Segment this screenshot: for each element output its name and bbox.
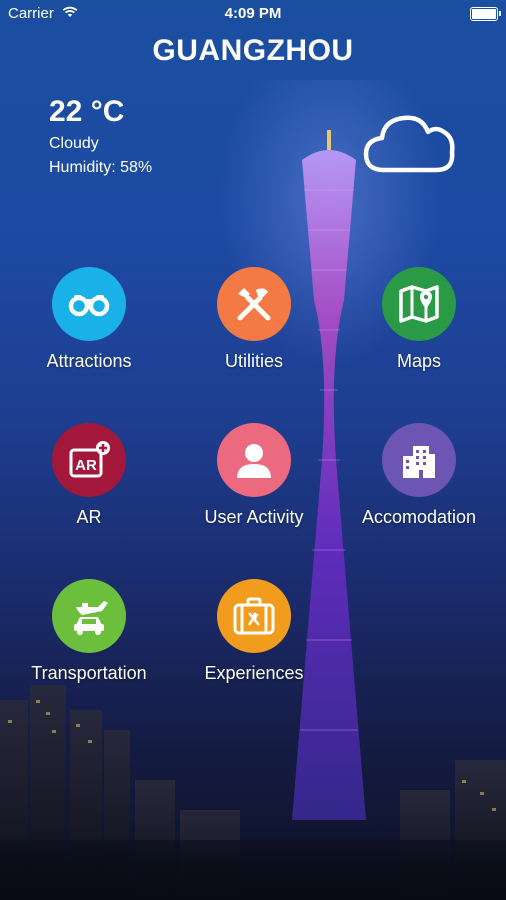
- ar-button[interactable]: AR AR: [6, 423, 172, 528]
- menu-item-label: Maps: [396, 351, 441, 371]
- menu-item-label: Transportation: [31, 663, 147, 683]
- menu-item-label: Utilities: [224, 351, 283, 371]
- ar-icon: AR: [69, 441, 110, 478]
- menu-item-label: Attractions: [46, 351, 132, 371]
- battery-icon: [470, 7, 501, 21]
- weather-panel: 22 °C Cloudy Humidity: 58%: [49, 95, 152, 177]
- page-title: GUANGZHOU: [152, 34, 354, 67]
- user-activity-button[interactable]: User Activity: [171, 423, 337, 528]
- attractions-button[interactable]: Attractions: [6, 267, 172, 372]
- menu-item-circle[interactable]: [382, 423, 456, 497]
- temperature: 22 °C: [49, 95, 125, 128]
- user-icon: [237, 444, 271, 478]
- weather-condition: Cloudy: [49, 135, 99, 152]
- status-time: 4:09 PM: [224, 5, 282, 22]
- menu-item-label: User Activity: [204, 507, 304, 527]
- tools-icon: [237, 288, 271, 321]
- transportation-button[interactable]: Transportation: [6, 579, 172, 684]
- menu-item-label: Accomodation: [361, 507, 477, 527]
- experiences-button[interactable]: Experiences: [171, 579, 337, 684]
- binoculars-icon: [68, 295, 110, 317]
- maps-button[interactable]: Maps: [336, 267, 502, 372]
- accomodation-button[interactable]: Accomodation: [336, 423, 502, 528]
- menu-item-circle[interactable]: [52, 267, 126, 341]
- svg-text:AR: AR: [75, 457, 97, 474]
- transport-icon: [74, 601, 108, 635]
- cloud-icon: [363, 115, 455, 173]
- status-bar: Carrier 4:09 PM: [0, 0, 506, 28]
- map-pin-icon: [399, 285, 439, 323]
- menu-item-circle[interactable]: [217, 423, 291, 497]
- menu-item-circle[interactable]: [52, 579, 126, 653]
- menu-item-circle[interactable]: [217, 267, 291, 341]
- humidity: Humidity: 58%: [49, 159, 153, 176]
- menu-item-circle[interactable]: [382, 267, 456, 341]
- menu-item-label: AR: [76, 507, 102, 527]
- luggage-icon: [233, 597, 275, 635]
- utilities-button[interactable]: Utilities: [171, 267, 337, 372]
- menu-item-circle[interactable]: AR: [52, 423, 126, 497]
- menu-item-circle[interactable]: [217, 579, 291, 653]
- menu-item-label: Experiences: [204, 663, 304, 683]
- building-icon: [403, 446, 435, 478]
